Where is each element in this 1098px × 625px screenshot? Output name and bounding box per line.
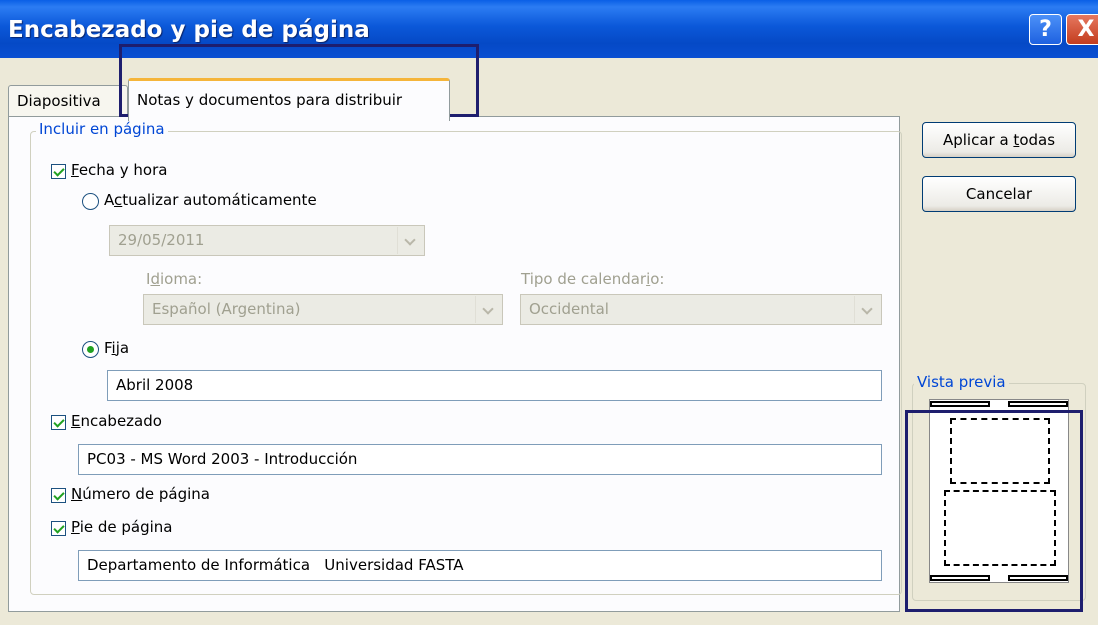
fecha-hora-checkbox[interactable] <box>51 164 66 179</box>
actualizar-label[interactable]: Actualizar automáticamente <box>104 191 317 209</box>
dialog-window: Encabezado y pie de página ? X Diapositi… <box>0 0 1098 625</box>
actualizar-radio[interactable] <box>82 193 99 210</box>
chevron-down-icon[interactable] <box>475 296 501 323</box>
preview-slide-area <box>950 418 1050 484</box>
fecha-value: 29/05/2011 <box>118 231 205 249</box>
chevron-down-icon[interactable] <box>397 227 423 254</box>
pie-pagina-label[interactable]: Pie de página <box>71 518 173 536</box>
fecha-hora-label[interactable]: Fecha y hora <box>71 161 167 179</box>
calendario-dropdown[interactable]: Occidental <box>520 294 882 325</box>
help-icon: ? <box>1039 17 1052 42</box>
encabezado-checkbox[interactable] <box>51 415 66 430</box>
encabezado-label[interactable]: Encabezado <box>71 412 162 430</box>
preview-legend: Vista previa <box>914 373 1009 391</box>
tab-diapositiva[interactable]: Diapositiva <box>8 85 128 118</box>
idioma-label: Idioma: <box>146 270 203 288</box>
close-icon: X <box>1077 17 1095 42</box>
fija-radio[interactable] <box>82 341 99 358</box>
tab-notas-documentos[interactable]: Notas y documentos para distribuir <box>128 78 450 121</box>
fija-input[interactable]: Abril 2008 <box>107 370 882 401</box>
title-bar[interactable]: Encabezado y pie de página ? X <box>0 0 1098 58</box>
numero-pagina-label[interactable]: Número de página <box>71 485 210 503</box>
preview-header-right <box>1008 401 1068 407</box>
pie-pagina-checkbox[interactable] <box>51 521 66 536</box>
chevron-down-icon[interactable] <box>854 296 880 323</box>
pie-pagina-input[interactable]: Departamento de Informática Universidad … <box>78 550 882 581</box>
fecha-dropdown[interactable]: 29/05/2011 <box>109 225 425 256</box>
preview-notes-area <box>944 490 1056 566</box>
fija-label[interactable]: Fija <box>104 339 129 357</box>
close-button[interactable]: X <box>1066 14 1098 45</box>
numero-pagina-checkbox[interactable] <box>51 488 66 503</box>
preview-footer-right <box>1008 575 1068 581</box>
encabezado-input[interactable]: PC03 - MS Word 2003 - Introducción <box>78 444 882 475</box>
dialog-title: Encabezado y pie de página <box>8 17 370 43</box>
calendario-value: Occidental <box>529 300 609 318</box>
idioma-dropdown[interactable]: Español (Argentina) <box>143 294 503 325</box>
calendario-label: Tipo de calendario: <box>521 270 665 288</box>
incluir-legend: Incluir en página <box>36 120 168 138</box>
idioma-value: Español (Argentina) <box>152 300 301 318</box>
preview-footer-left <box>930 575 990 581</box>
preview-header-left <box>930 401 990 407</box>
help-button[interactable]: ? <box>1029 14 1062 45</box>
cancel-button[interactable]: Cancelar <box>922 176 1076 212</box>
aplicar-a-todas-button[interactable]: Aplicar a todas <box>922 122 1076 158</box>
